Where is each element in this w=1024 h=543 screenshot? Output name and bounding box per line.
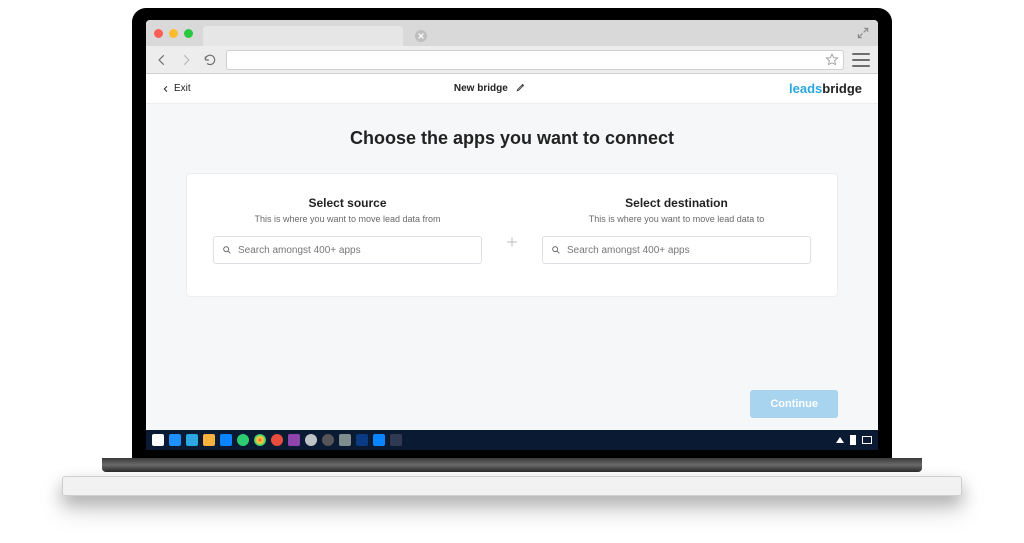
notifications-icon[interactable] [862,436,872,444]
taskbar-app-icon[interactable] [220,434,232,446]
laptop-hinge [102,458,922,472]
close-icon [418,33,424,39]
exit-button[interactable]: Exit [162,83,191,94]
window-close-button[interactable] [154,29,163,38]
laptop-frame: Exit New bridge leadsbridge Choose the a… [132,8,892,496]
pencil-icon [516,82,526,92]
leadsbridge-logo: leadsbridge [789,81,862,96]
destination-subtitle: This is where you want to move lead data… [542,214,811,224]
page-title: Choose the apps you want to connect [186,128,838,149]
edit-bridge-name-button[interactable] [516,82,526,95]
browser-tab[interactable] [203,26,403,46]
chevron-left-icon [162,85,170,93]
browser-forward-button[interactable] [178,52,194,68]
taskbar-app-icon[interactable] [288,434,300,446]
app-header: Exit New bridge leadsbridge [146,74,878,104]
source-panel: Select source This is where you want to … [213,196,482,264]
taskbar-app-icon[interactable] [169,434,181,446]
browser-tab-strip [146,20,878,46]
source-title: Select source [213,196,482,210]
connect-card: Select source This is where you want to … [186,173,838,297]
arrow-left-icon [155,53,169,67]
source-search[interactable] [213,236,482,264]
bridge-name: New bridge [454,82,526,95]
browser-address-bar [146,46,878,74]
taskbar-app-icon[interactable] [356,434,368,446]
window-controls [154,29,193,38]
browser-menu-button[interactable] [852,53,870,67]
taskbar-app-icon[interactable] [271,434,283,446]
main-content: Choose the apps you want to connect Sele… [146,104,878,430]
footer: Continue [186,374,838,418]
taskbar-app-icon[interactable] [186,434,198,446]
tray-expand-icon[interactable] [836,437,844,443]
laptop-base [62,476,962,496]
taskbar-app-icon[interactable] [203,434,215,446]
bookmark-star-icon[interactable] [825,53,839,67]
destination-panel: Select destination This is where you wan… [542,196,811,264]
taskbar-app-icon[interactable] [322,434,334,446]
taskbar-app-icon[interactable] [237,434,249,446]
start-button[interactable] [152,434,164,446]
continue-button[interactable]: Continue [750,390,838,418]
destination-title: Select destination [542,196,811,210]
url-input[interactable] [226,50,844,70]
tab-close-button[interactable] [415,30,427,42]
taskbar-app-icon[interactable] [390,434,402,446]
chrome-icon[interactable] [254,434,266,446]
bridge-name-text: New bridge [454,83,508,94]
window-minimize-button[interactable] [169,29,178,38]
exit-label: Exit [174,83,191,94]
reload-icon [203,53,217,67]
taskbar-icons [152,434,402,446]
taskbar-app-icon[interactable] [339,434,351,446]
windows-taskbar [146,430,878,450]
taskbar-app-icon[interactable] [373,434,385,446]
logo-leads: leads [789,81,822,96]
expand-icon[interactable] [856,26,870,40]
browser-back-button[interactable] [154,52,170,68]
logo-bridge: bridge [822,81,862,96]
tray-icon[interactable] [850,435,856,445]
taskbar-app-icon[interactable] [305,434,317,446]
search-icon [551,245,561,255]
screen-bezel: Exit New bridge leadsbridge Choose the a… [132,8,892,458]
source-subtitle: This is where you want to move lead data… [213,214,482,224]
destination-search[interactable] [542,236,811,264]
connector-plus [502,232,522,252]
window-maximize-button[interactable] [184,29,193,38]
plus-icon [505,235,519,249]
search-icon [222,245,232,255]
source-search-input[interactable] [238,245,473,256]
system-tray[interactable] [836,435,872,445]
screen: Exit New bridge leadsbridge Choose the a… [146,20,878,450]
arrow-right-icon [179,53,193,67]
destination-search-input[interactable] [567,245,802,256]
browser-reload-button[interactable] [202,52,218,68]
